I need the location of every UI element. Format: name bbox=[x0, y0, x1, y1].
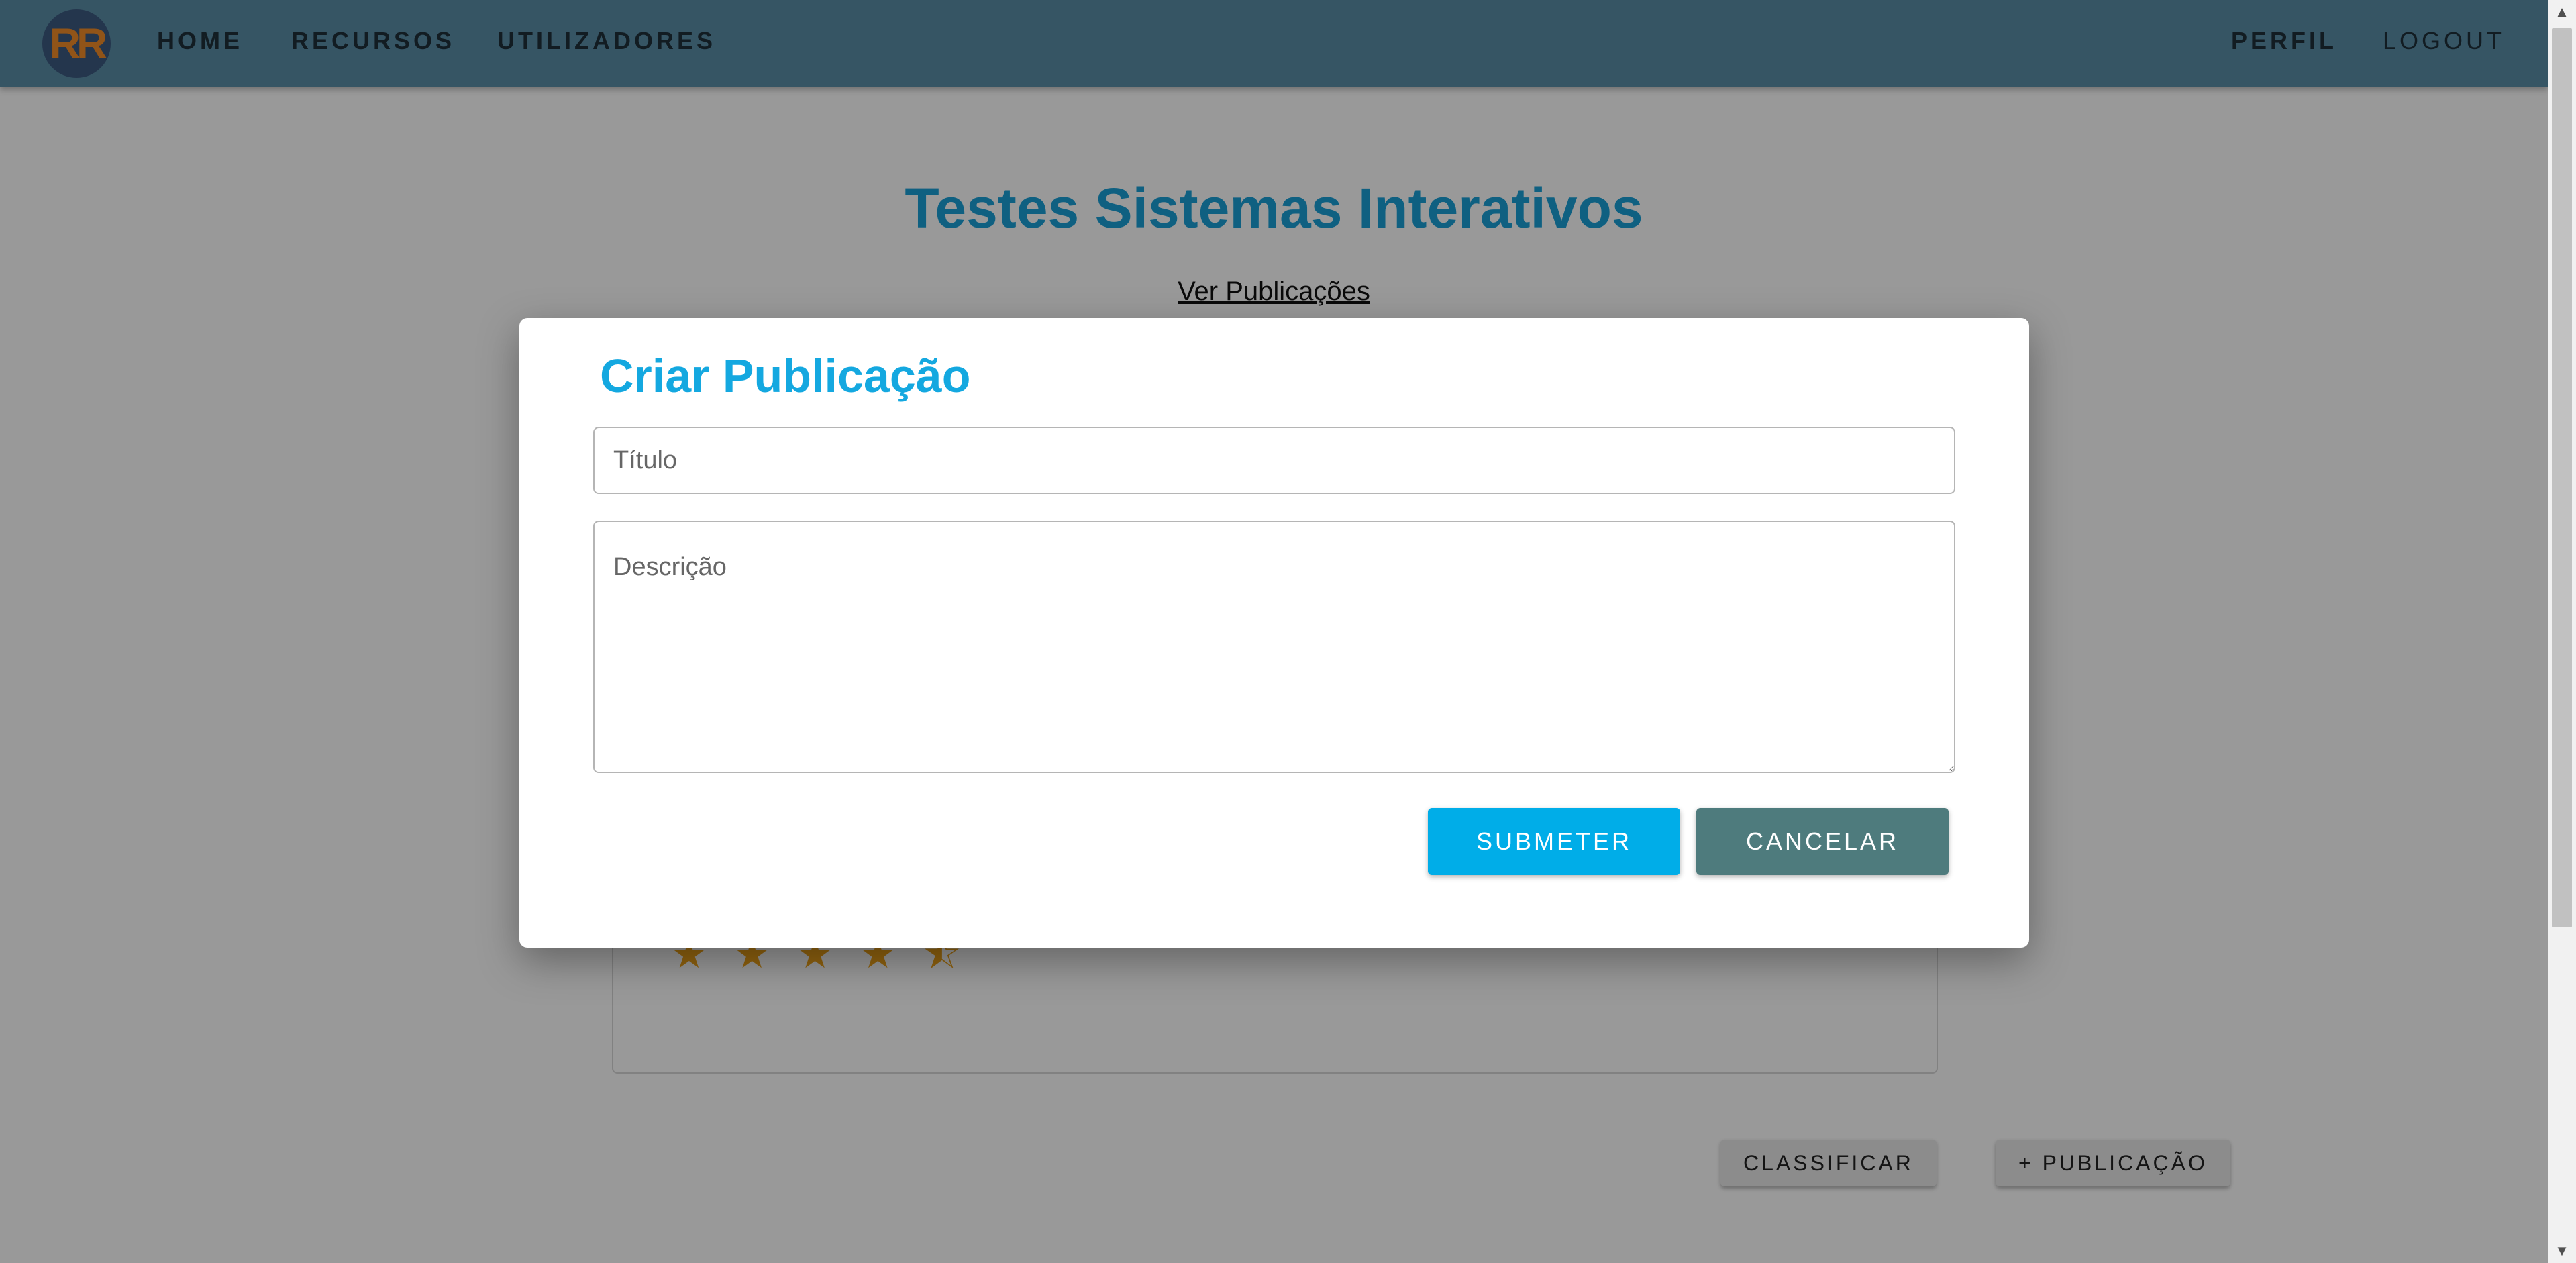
description-textarea[interactable] bbox=[593, 521, 1955, 773]
title-input[interactable] bbox=[593, 427, 1955, 494]
modal-title: Criar Publicação bbox=[600, 350, 971, 402]
scroll-down-arrow-icon[interactable]: ▼ bbox=[2548, 1239, 2576, 1263]
scrollbar-thumb[interactable] bbox=[2552, 28, 2572, 927]
create-publication-modal: Criar Publicação SUBMETER CANCELAR bbox=[519, 318, 2029, 948]
vertical-scrollbar[interactable]: ▲ ▼ bbox=[2548, 0, 2576, 1263]
submit-button[interactable]: SUBMETER bbox=[1428, 808, 1680, 875]
cancel-button[interactable]: CANCELAR bbox=[1696, 808, 1949, 875]
scroll-up-arrow-icon[interactable]: ▲ bbox=[2548, 0, 2576, 24]
